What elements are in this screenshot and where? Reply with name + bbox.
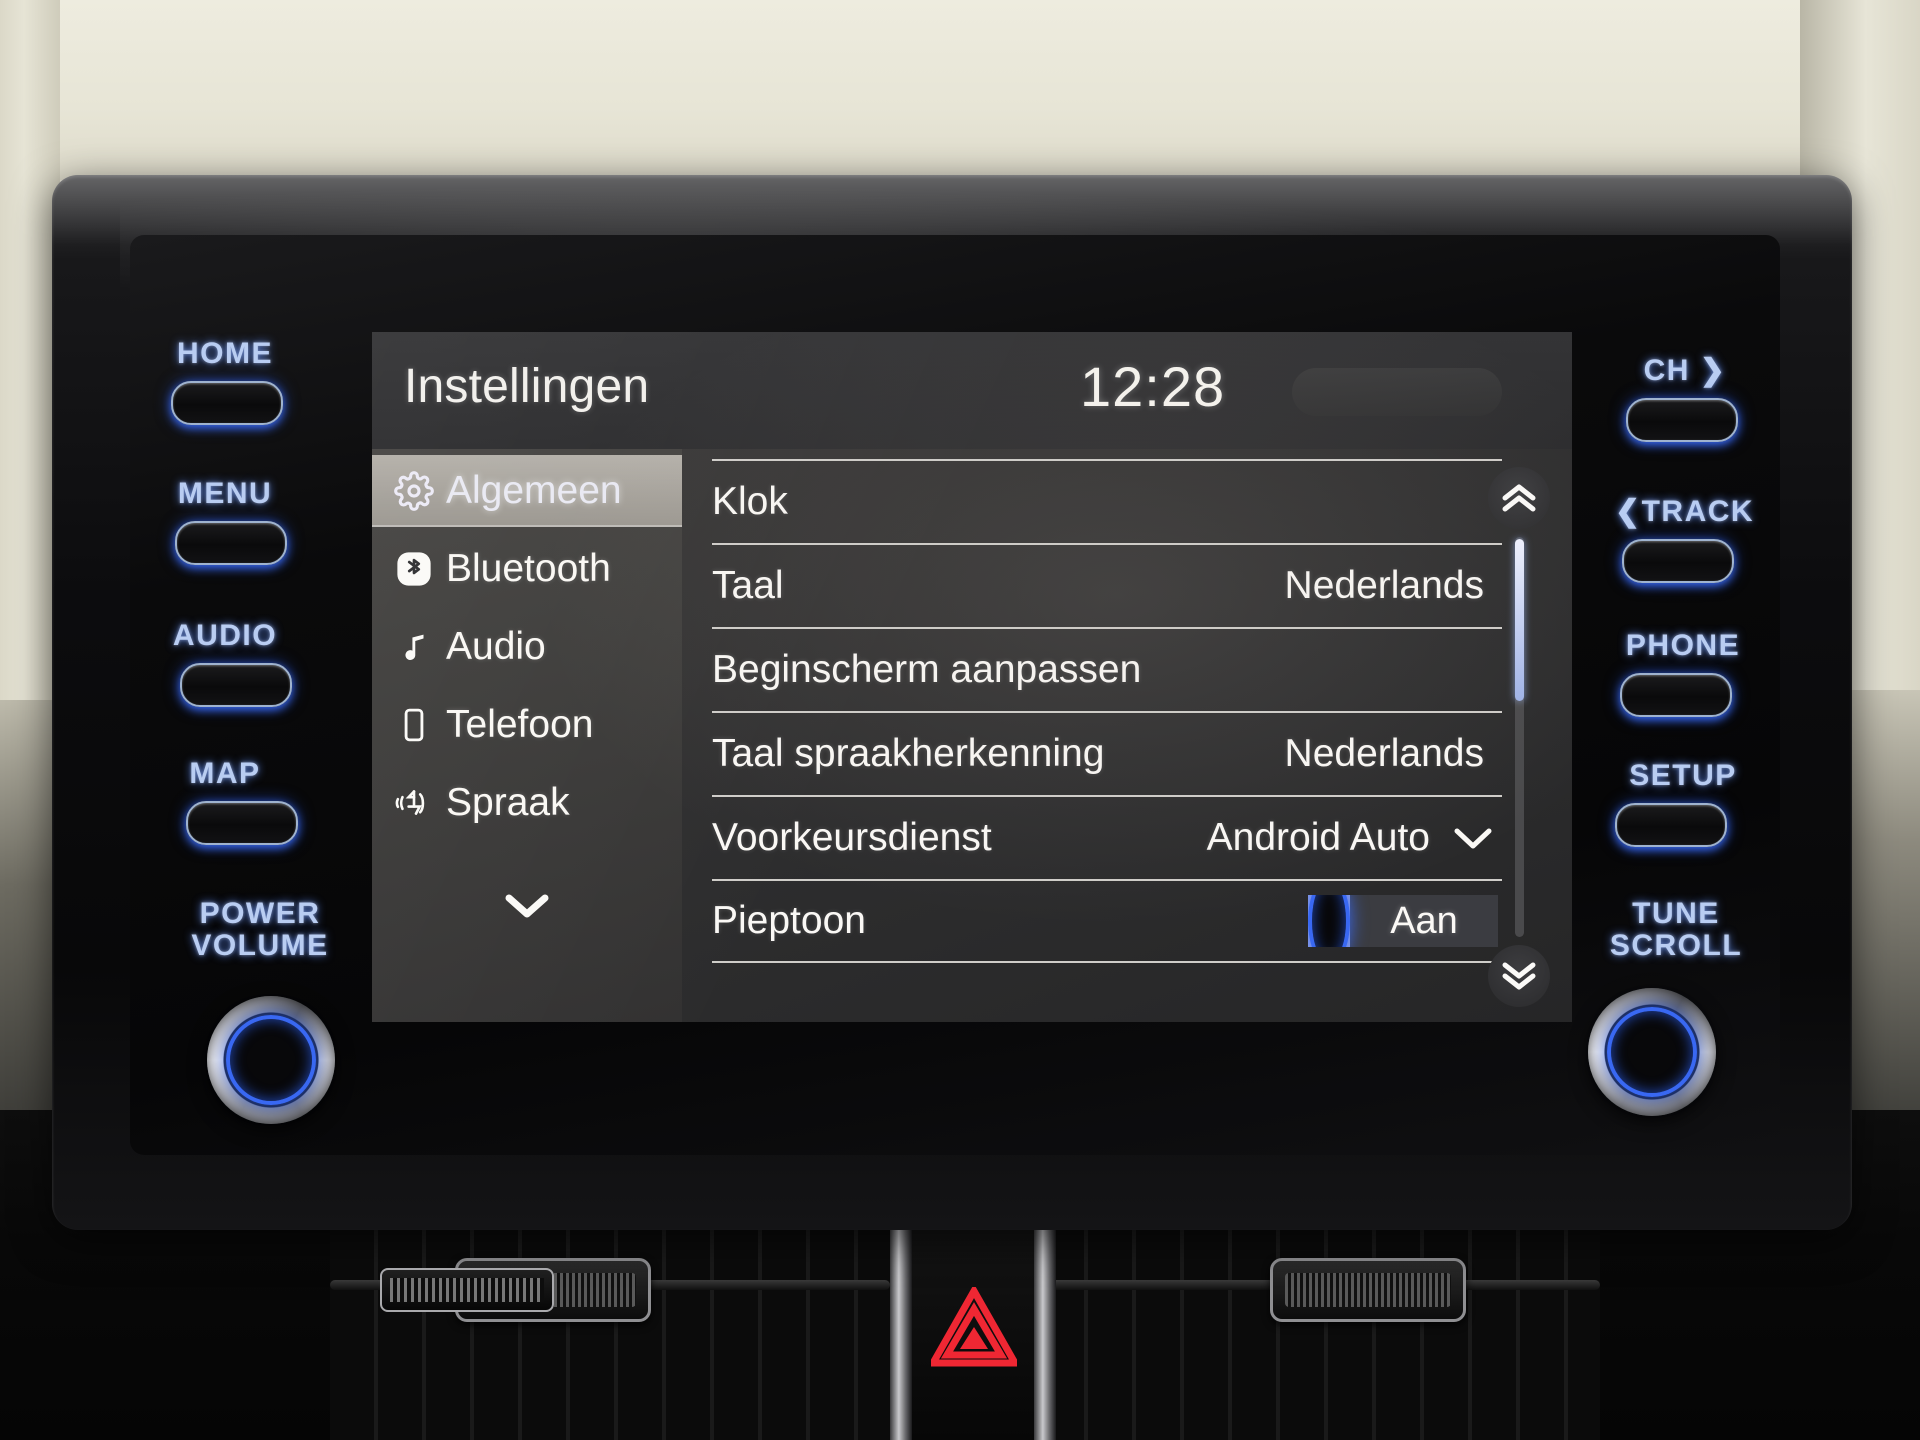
clock: 12:28 bbox=[1080, 355, 1226, 418]
toggle-value: Aan bbox=[1390, 899, 1458, 942]
audio-button[interactable] bbox=[180, 663, 292, 707]
power-volume-label: POWER VOLUME bbox=[191, 897, 329, 962]
track-back-button[interactable] bbox=[1622, 539, 1734, 583]
sidebar-item-telefoon[interactable]: Telefoon bbox=[372, 689, 682, 761]
sidebar-item-bluetooth[interactable]: Bluetooth bbox=[372, 533, 682, 605]
sidebar-item-label: Bluetooth bbox=[446, 547, 611, 590]
sidebar-item-label: Algemeen bbox=[446, 469, 622, 512]
row-value: Nederlands bbox=[1284, 732, 1484, 775]
scrollbar-thumb[interactable] bbox=[1515, 539, 1524, 701]
dashboard-top-surface bbox=[0, 0, 1920, 180]
settings-sidebar: Algemeen Bluetooth Audio Telefoon Spraak bbox=[372, 449, 682, 1022]
settings-list: Klok Taal Nederlands Beginscherm aanpass… bbox=[682, 449, 1572, 1022]
hazard-light-button[interactable] bbox=[928, 1284, 1020, 1370]
channel-up-button[interactable] bbox=[1626, 398, 1738, 442]
double-chevron-down-icon bbox=[1502, 962, 1536, 990]
sidebar-item-spraak[interactable]: Spraak bbox=[372, 767, 682, 839]
row-value: Android Auto bbox=[1206, 816, 1430, 859]
table-row[interactable]: Klok bbox=[712, 459, 1502, 543]
table-row[interactable]: Taal Nederlands bbox=[712, 543, 1502, 627]
tune-scroll-label: TUNE SCROLL bbox=[1609, 897, 1743, 962]
map-button-label: MAP bbox=[189, 757, 261, 790]
page-title: Instellingen bbox=[404, 360, 650, 413]
pieptoon-toggle[interactable]: Aan bbox=[1308, 895, 1498, 947]
status-pill bbox=[1292, 368, 1502, 416]
row-label: Taal bbox=[712, 564, 784, 607]
table-row[interactable]: Pieptoon Aan bbox=[712, 879, 1502, 963]
map-button[interactable] bbox=[186, 801, 298, 845]
double-chevron-up-icon bbox=[1502, 484, 1536, 512]
table-row[interactable]: Beginscherm aanpassen bbox=[712, 627, 1502, 711]
power-volume-knob[interactable] bbox=[207, 996, 335, 1124]
row-label: Beginscherm aanpassen bbox=[712, 648, 1142, 691]
sidebar-scroll-down-button[interactable] bbox=[372, 889, 682, 923]
setup-button-label: SETUP bbox=[1629, 759, 1737, 792]
table-row[interactable]: Taal spraakherkenning Nederlands bbox=[712, 711, 1502, 795]
sidebar-item-label: Audio bbox=[446, 625, 546, 668]
scrollbar[interactable] bbox=[1488, 467, 1554, 1007]
bluetooth-icon bbox=[390, 550, 438, 588]
audio-button-label: AUDIO bbox=[172, 619, 278, 652]
phone-icon bbox=[390, 706, 438, 744]
home-button-label: HOME bbox=[177, 337, 273, 370]
hazard-triangle-icon bbox=[931, 1287, 1017, 1367]
home-button[interactable] bbox=[171, 381, 283, 425]
sidebar-item-audio[interactable]: Audio bbox=[372, 611, 682, 683]
row-label: Pieptoon bbox=[712, 899, 866, 942]
sidebar-item-label: Spraak bbox=[446, 781, 570, 824]
gear-icon bbox=[390, 471, 438, 511]
table-row[interactable]: Voorkeursdienst Android Auto bbox=[712, 795, 1502, 879]
scroll-up-button[interactable] bbox=[1488, 467, 1550, 529]
chevron-down-icon bbox=[505, 894, 549, 918]
track-back-button-label: ❮TRACK bbox=[1614, 495, 1755, 528]
phone-button-label: PHONE bbox=[1625, 629, 1741, 662]
channel-up-button-label: CH ❯ bbox=[1643, 354, 1727, 387]
sidebar-item-algemeen[interactable]: Algemeen bbox=[372, 455, 682, 527]
row-label: Taal spraakherkenning bbox=[712, 732, 1105, 775]
console-trim-badge bbox=[380, 1268, 554, 1312]
row-label: Klok bbox=[712, 480, 788, 523]
scroll-down-button[interactable] bbox=[1488, 945, 1550, 1007]
row-value: Nederlands bbox=[1284, 564, 1484, 607]
screen-body: Algemeen Bluetooth Audio Telefoon Spraak… bbox=[372, 449, 1572, 1022]
music-note-icon bbox=[390, 628, 438, 666]
sidebar-item-label: Telefoon bbox=[446, 703, 594, 746]
voice-icon bbox=[390, 784, 438, 822]
menu-button[interactable] bbox=[175, 521, 287, 565]
toggle-indicator bbox=[1308, 895, 1350, 947]
infotainment-screen[interactable]: Instellingen 12:28 Algemeen Bluetooth Au… bbox=[372, 332, 1572, 1022]
setup-button[interactable] bbox=[1615, 803, 1727, 847]
tune-scroll-knob[interactable] bbox=[1588, 988, 1716, 1116]
phone-button[interactable] bbox=[1620, 673, 1732, 717]
row-label: Voorkeursdienst bbox=[712, 816, 992, 859]
screen-header: Instellingen 12:28 bbox=[372, 332, 1572, 449]
vent-control-right[interactable] bbox=[1270, 1258, 1466, 1322]
menu-button-label: MENU bbox=[177, 477, 273, 510]
